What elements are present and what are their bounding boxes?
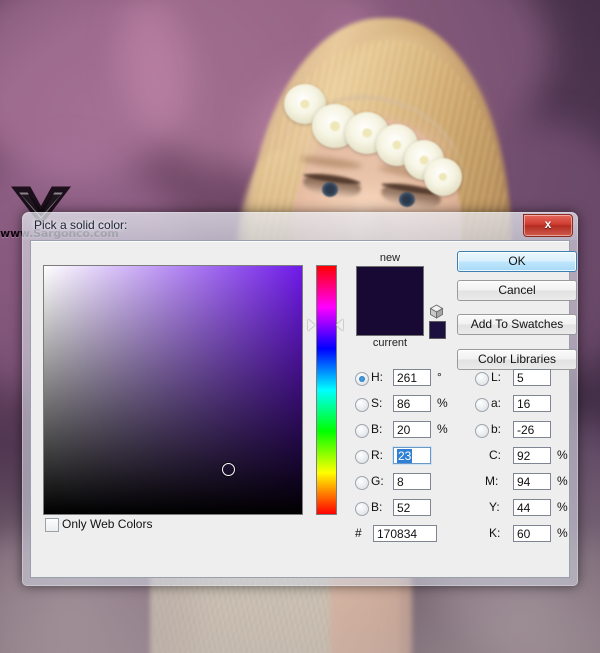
radio-red[interactable]: [355, 450, 369, 464]
close-button[interactable]: x: [523, 214, 573, 237]
label-lab-a: a:: [491, 396, 501, 410]
input-green[interactable]: 8: [393, 473, 431, 490]
radio-blue[interactable]: [355, 502, 369, 516]
unit-hue: °: [437, 370, 442, 384]
input-lab-b[interactable]: -26: [513, 421, 551, 438]
input-hex[interactable]: 170834: [373, 525, 437, 542]
label-blue: B:: [371, 500, 382, 514]
web-safe-color-swatch[interactable]: [429, 321, 446, 339]
input-blue[interactable]: 52: [393, 499, 431, 516]
current-color-swatch[interactable]: [357, 301, 423, 335]
color-preview-box[interactable]: [356, 266, 424, 336]
label-cyan: C:: [489, 448, 501, 462]
label-black: K:: [489, 526, 500, 540]
input-cyan[interactable]: 92: [513, 447, 551, 464]
current-color-label: current: [354, 336, 426, 350]
radio-brightness[interactable]: [355, 424, 369, 438]
close-icon: x: [524, 217, 572, 231]
label-saturation: S:: [371, 396, 382, 410]
label-hue: H:: [371, 370, 383, 384]
cancel-button[interactable]: Cancel: [457, 280, 577, 301]
radio-lab-b[interactable]: [475, 424, 489, 438]
saturation-brightness-field[interactable]: [43, 265, 303, 515]
sb-field-black-gradient: [44, 266, 302, 514]
input-lab-l[interactable]: 5: [513, 369, 551, 386]
ok-button[interactable]: OK: [457, 251, 577, 272]
hue-slider[interactable]: [316, 265, 337, 515]
label-yellow: Y:: [489, 500, 500, 514]
add-to-swatches-button[interactable]: Add To Swatches: [457, 314, 577, 335]
unit-black: %: [557, 526, 568, 540]
input-saturation[interactable]: 86: [393, 395, 431, 412]
label-brightness: B:: [371, 422, 382, 436]
label-lab-b: b:: [491, 422, 501, 436]
label-lab-l: L:: [491, 370, 501, 384]
unit-magenta: %: [557, 474, 568, 488]
unit-cyan: %: [557, 448, 568, 462]
new-color-swatch[interactable]: [357, 267, 423, 301]
input-brightness[interactable]: 20: [393, 421, 431, 438]
input-lab-a[interactable]: 16: [513, 395, 551, 412]
hue-slider-arrow-right-icon: [336, 319, 343, 331]
color-libraries-button[interactable]: Color Libraries: [457, 349, 577, 370]
dialog-title-bar[interactable]: Pick a solid color: x: [22, 212, 578, 240]
label-magenta: M:: [485, 474, 498, 488]
input-hue[interactable]: 261: [393, 369, 431, 386]
radio-lab-l[interactable]: [475, 372, 489, 386]
label-red: R:: [371, 448, 383, 462]
input-magenta[interactable]: 94: [513, 473, 551, 490]
input-yellow[interactable]: 44: [513, 499, 551, 516]
input-black[interactable]: 60: [513, 525, 551, 542]
only-web-colors-label: Only Web Colors: [62, 517, 152, 531]
hex-hash-label: #: [355, 526, 362, 540]
label-green: G:: [371, 474, 384, 488]
radio-hue[interactable]: [355, 372, 369, 386]
dialog-client-area: new current OK Cancel Add To Swatches Co…: [30, 240, 570, 578]
radio-saturation[interactable]: [355, 398, 369, 412]
unit-yellow: %: [557, 500, 568, 514]
unit-brightness: %: [437, 422, 448, 436]
radio-green[interactable]: [355, 476, 369, 490]
unit-saturation: %: [437, 396, 448, 410]
radio-lab-a[interactable]: [475, 398, 489, 412]
input-red[interactable]: 23: [393, 447, 431, 464]
color-preview: new current: [354, 251, 426, 350]
dialog-title: Pick a solid color:: [34, 218, 127, 232]
new-color-label: new: [354, 251, 426, 265]
color-picker-dialog: Pick a solid color: x new current: [22, 212, 578, 586]
hue-slider-arrow-left-icon: [308, 319, 315, 331]
web-safe-cube-icon[interactable]: [429, 304, 444, 319]
only-web-colors-box-icon[interactable]: [45, 518, 59, 532]
